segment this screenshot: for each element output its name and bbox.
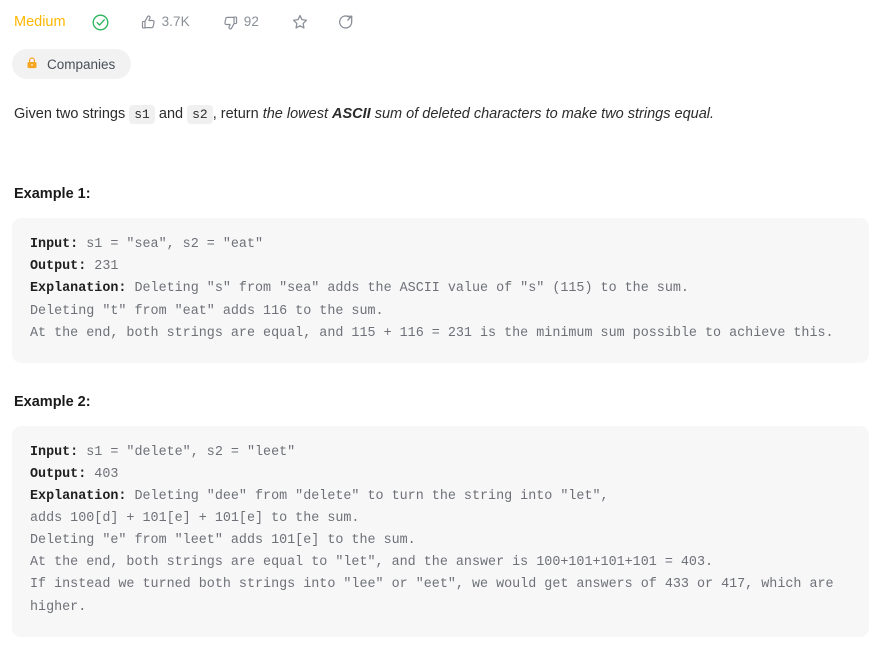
star-icon	[291, 13, 309, 31]
example-1-title: Example 1:	[14, 186, 91, 203]
example-1-explanation-value: Deleting "s" from "sea" adds the ASCII v…	[30, 281, 834, 341]
favorite-button[interactable]	[284, 8, 316, 36]
statement-italic: the lowest ASCII sum of deleted characte…	[263, 106, 714, 122]
problem-description-panel: Medium 3.7K 92 Companies Given two strin…	[0, 0, 881, 637]
example-2-title: Example 2:	[14, 393, 91, 410]
tag-row: Companies	[12, 49, 869, 79]
example-2-input-label: Input:	[30, 444, 79, 460]
inline-code-s2: s2	[187, 105, 213, 124]
dislike-count: 92	[243, 14, 259, 30]
inline-code-s1: s1	[129, 105, 155, 124]
example-2-explanation-value: Deleting "dee" from "delete" to turn the…	[30, 488, 834, 615]
difficulty-badge[interactable]: Medium	[12, 11, 72, 34]
thumbs-up-icon	[140, 14, 157, 31]
companies-tag-button[interactable]: Companies	[12, 49, 132, 79]
example-2-output-label: Output:	[30, 466, 87, 482]
dislike-button[interactable]: 92	[215, 8, 266, 36]
example-1-explanation-label: Explanation:	[30, 281, 127, 297]
statement-italic-start: the lowest	[262, 106, 333, 122]
statement-italic-end: sum of deleted characters to make two st…	[370, 106, 715, 122]
example-1-block: Input: s1 = "sea", s2 = "eat" Output: 23…	[12, 218, 869, 363]
problem-meta-row: Medium 3.7K 92	[12, 0, 869, 39]
thumbs-down-icon	[222, 14, 239, 31]
statement-after-code: , return	[212, 106, 263, 122]
example-1-output-value: 231	[86, 259, 119, 275]
problem-statement: Given two strings s1 and s2, return the …	[12, 103, 869, 126]
example-1-input-label: Input:	[30, 237, 79, 253]
example-2-explanation-label: Explanation:	[30, 488, 127, 504]
statement-lead: Given two strings	[14, 106, 130, 122]
example-2-input-value: s1 = "delete", s2 = "leet"	[78, 444, 296, 460]
example-1-input-value: s1 = "sea", s2 = "eat"	[78, 237, 264, 253]
check-circle-icon	[91, 13, 110, 32]
share-button[interactable]	[330, 8, 362, 36]
companies-tag-label: Companies	[47, 56, 116, 72]
like-count: 3.7K	[161, 14, 190, 30]
example-1-output-label: Output:	[30, 259, 87, 275]
solved-status-button[interactable]	[84, 8, 117, 36]
statement-mid: and	[154, 106, 188, 122]
lock-icon	[25, 56, 39, 73]
share-icon	[337, 13, 355, 31]
example-2-output-value: 403	[86, 466, 119, 482]
like-button[interactable]: 3.7K	[133, 8, 197, 36]
statement-ascii-emphasis: ASCII	[332, 106, 371, 122]
example-2-block: Input: s1 = "delete", s2 = "leet" Output…	[12, 425, 869, 637]
